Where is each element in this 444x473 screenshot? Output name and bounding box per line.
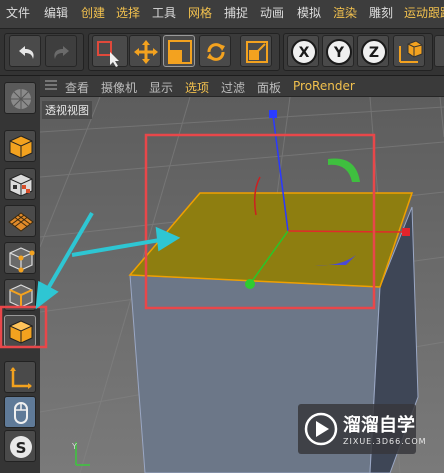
select-icon — [97, 41, 119, 67]
vp-menu-panel[interactable]: 面板 — [257, 79, 281, 96]
menu-select[interactable]: 选择 — [116, 6, 140, 20]
select-tool-button[interactable] — [92, 35, 128, 67]
menu-bar: 文件 编辑 创建 选择 工具 网格 捕捉 动画 模拟 渲染 雕刻 运动跟踪 — [0, 0, 444, 29]
vp-menu-cameras[interactable]: 摄像机 — [101, 79, 137, 96]
snap-icon: S — [10, 436, 32, 458]
svg-text:S: S — [16, 439, 27, 457]
menu-file[interactable]: 文件 — [6, 6, 30, 20]
coordinate-system-button[interactable] — [393, 35, 425, 67]
menu-render[interactable]: 渲染 — [333, 6, 357, 20]
vp-menu-view[interactable]: 查看 — [65, 79, 89, 96]
make-editable-button[interactable] — [4, 82, 36, 114]
move-tool-button[interactable] — [129, 35, 161, 67]
y-axis-label: Y — [333, 45, 345, 61]
viewport-menu: 查看 摄像机 显示 选项 过滤 面板 ProRender — [40, 76, 444, 97]
rotate-tool-button[interactable] — [199, 35, 231, 67]
make-editable-icon — [11, 89, 31, 109]
point-mode-button[interactable] — [4, 242, 36, 274]
x-axis-icon: X — [291, 39, 317, 65]
vp-menu-filter[interactable]: 过滤 — [221, 79, 245, 96]
redo-button[interactable] — [45, 35, 77, 67]
mouse-tweak-icon — [14, 402, 28, 424]
world-axis-y-label: Y — [71, 442, 77, 451]
vp-menu-options[interactable]: 选项 — [185, 79, 209, 96]
viewport-title: 透视视图 — [42, 101, 92, 119]
viewport-handle-icon — [45, 80, 57, 90]
last-tool-button[interactable] — [240, 35, 272, 67]
watermark-name: 溜溜自学 — [343, 415, 415, 436]
vp-menu-display[interactable]: 显示 — [149, 79, 173, 96]
scale-tool-button[interactable] — [163, 35, 195, 67]
y-axis-icon: Y — [326, 39, 352, 65]
texture-mode-icon — [9, 173, 33, 197]
last-tool-icon — [246, 41, 268, 63]
watermark-logo-icon — [304, 412, 338, 446]
polygon-mode-icon — [8, 320, 34, 344]
model-mode-button[interactable] — [4, 130, 36, 162]
z-axis-knob — [245, 279, 255, 289]
edge-mode-icon — [9, 284, 33, 308]
menu-sculpt[interactable]: 雕刻 — [369, 6, 393, 20]
rotate-icon — [207, 43, 225, 61]
y-axis-button[interactable]: Y — [322, 35, 354, 67]
mouse-tweak-button[interactable] — [4, 396, 36, 428]
polygon-mode-button[interactable] — [4, 315, 36, 347]
undo-button[interactable] — [9, 35, 41, 67]
menu-simulate[interactable]: 模拟 — [297, 6, 321, 20]
workplane-icon — [8, 212, 34, 232]
vp-menu-prorender[interactable]: ProRender — [293, 79, 355, 93]
x-axis-label: X — [299, 45, 310, 61]
menu-mesh[interactable]: 网格 — [188, 6, 212, 20]
axis-icon — [10, 367, 32, 389]
x-axis-knob — [402, 228, 410, 236]
point-mode-icon — [9, 247, 35, 273]
menu-motion-tracking[interactable]: 运动跟踪 — [404, 6, 444, 20]
x-axis-handle — [287, 230, 403, 233]
object-coordinate-icon — [399, 40, 423, 63]
menu-create[interactable]: 创建 — [81, 6, 105, 20]
axis-mode-button[interactable] — [4, 361, 36, 393]
scale-icon — [168, 40, 192, 64]
edge-mode-button[interactable] — [4, 279, 36, 311]
z-axis-label: Z — [369, 45, 379, 61]
x-axis-button[interactable]: X — [287, 35, 319, 67]
menu-animate[interactable]: 动画 — [260, 6, 284, 20]
move-icon — [134, 40, 158, 64]
y-axis-knob — [269, 110, 277, 118]
menu-tools[interactable]: 工具 — [152, 6, 176, 20]
left-toolbar: S — [0, 76, 41, 473]
toolbar-overflow-button[interactable] — [434, 35, 444, 67]
menu-edit[interactable]: 编辑 — [44, 6, 68, 20]
texture-mode-button[interactable] — [4, 168, 36, 200]
model-mode-icon — [9, 135, 33, 159]
workplane-button[interactable] — [4, 205, 36, 237]
snap-button[interactable]: S — [4, 430, 36, 462]
main-toolbar: X Y Z — [0, 29, 444, 76]
watermark-url: ZIXUE.3D66.COM — [343, 437, 427, 446]
z-axis-button[interactable]: Z — [357, 35, 389, 67]
menu-snap[interactable]: 捕捉 — [224, 6, 248, 20]
z-axis-icon: Z — [361, 39, 387, 65]
undo-icon — [19, 46, 34, 59]
redo-icon — [54, 46, 69, 59]
